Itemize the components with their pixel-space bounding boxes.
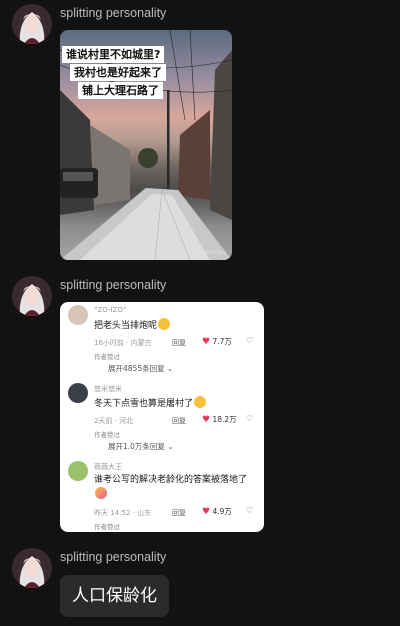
comment-username: °ZO-IZO° xyxy=(94,306,127,314)
message-bubble[interactable]: 人口保龄化 xyxy=(60,575,169,617)
sender-name: splitting personality xyxy=(60,6,167,20)
comment-text-content: 把老头当排炮呢 xyxy=(94,321,158,331)
sender-name: splitting personality xyxy=(60,278,167,292)
reply-button[interactable]: 回复 xyxy=(172,338,186,348)
dislike-icon[interactable]: ♡ xyxy=(246,336,253,345)
smile-emoji-icon xyxy=(158,318,171,330)
comment-meta: 16小时前 · 内蒙古 xyxy=(94,339,152,347)
expand-replies-label: 展开1.0万条回复 xyxy=(108,442,165,451)
chevron-down-icon: ⌄ xyxy=(167,442,174,451)
photo-caption-line: 我村也是好起来了 xyxy=(70,64,166,81)
commenter-avatar xyxy=(68,305,88,325)
comment-username: 悠米悠米 xyxy=(94,385,122,393)
commenter-avatar xyxy=(68,461,88,481)
photo-watermark: @ylaviews xyxy=(194,249,226,256)
photo-caption-line: 铺上大理石路了 xyxy=(78,82,163,99)
dislike-icon[interactable]: ♡ xyxy=(246,414,253,423)
like-button[interactable]: ♥ 7.7万 xyxy=(202,336,232,347)
comment-text: 谁考公写的解决老龄化的答案被落地了 xyxy=(94,474,256,502)
heart-icon: ♥ xyxy=(202,415,211,425)
comment-text-content: 谁考公写的解决老龄化的答案被落地了 xyxy=(94,475,248,485)
sender-avatar[interactable] xyxy=(12,548,52,588)
expand-replies-label: 展开4855条回复 xyxy=(108,364,165,373)
reply-button[interactable]: 回复 xyxy=(172,416,186,426)
heart-icon: ♥ xyxy=(202,507,211,517)
party-emoji-icon xyxy=(95,487,107,499)
chevron-down-icon: ⌄ xyxy=(166,364,174,373)
author-liked-tag: 作者赞过 xyxy=(94,431,120,439)
expand-replies-button[interactable]: 展开4855条回复 ⌄ xyxy=(108,363,173,374)
like-count: 4.9万 xyxy=(212,507,232,516)
comment-text: 冬天下点雪也算是屠村了 xyxy=(94,396,256,411)
comment-meta: 昨天 14:52 · 山东 xyxy=(94,509,152,517)
like-button[interactable]: ♥ 4.9万 xyxy=(202,506,232,517)
comments-screenshot[interactable]: °ZO-IZO° 把老头当排炮呢 16小时前 · 内蒙古 回复 ♥ 7.7万 ♡… xyxy=(60,302,264,532)
message-photo: splitting personality 谁说村里不如城里? 我村也是好起来了… xyxy=(0,0,400,270)
author-liked-tag: 作者赞过 xyxy=(94,353,120,361)
dislike-icon[interactable]: ♡ xyxy=(246,506,253,515)
comment-meta: 2天前 · 河北 xyxy=(94,417,134,425)
comment-text-content: 冬天下点雪也算是屠村了 xyxy=(94,399,194,409)
sender-name: splitting personality xyxy=(60,550,167,564)
sweat-smile-emoji-icon xyxy=(194,396,207,408)
reply-button[interactable]: 回复 xyxy=(172,508,186,518)
like-count: 7.7万 xyxy=(212,337,232,346)
shared-photo[interactable]: 谁说村里不如城里? 我村也是好起来了 铺上大理石路了 @ylaviews xyxy=(60,30,232,260)
like-button[interactable]: ♥ 18.2万 xyxy=(202,414,237,425)
heart-icon: ♥ xyxy=(202,337,211,347)
author-liked-tag: 作者赞过 xyxy=(94,523,120,531)
comment-text: 把老头当排炮呢 xyxy=(94,318,256,333)
comment-username: 薇薇大王 xyxy=(94,463,122,471)
sender-avatar[interactable] xyxy=(12,4,52,44)
expand-replies-button[interactable]: 展开1.0万条回复 ⌄ xyxy=(108,441,174,452)
like-count: 18.2万 xyxy=(212,415,237,424)
commenter-avatar xyxy=(68,383,88,403)
photo-caption-line: 谁说村里不如城里? xyxy=(62,46,165,63)
sender-avatar[interactable] xyxy=(12,276,52,316)
